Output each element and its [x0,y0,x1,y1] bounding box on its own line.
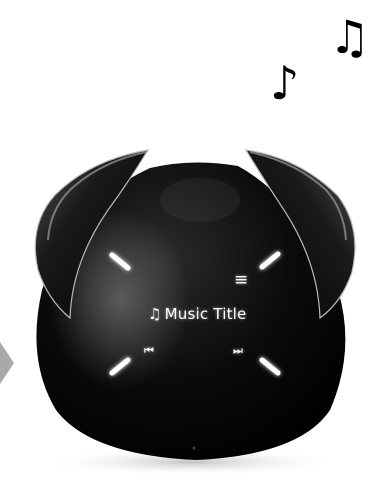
next-track-icon[interactable]: ⏭ [233,345,243,356]
menu-icon[interactable]: ≡ [234,272,248,289]
now-playing-display: ♫ Music Title [148,305,246,323]
music-note-icon: ♫ [148,305,162,323]
left-pointer-arrow [0,342,14,384]
previous-track-icon[interactable]: ⏮ [144,345,154,356]
eighth-note-icon: ♪ [270,56,300,110]
music-title-label: Music Title [164,305,247,323]
speaker-body [34,149,356,476]
double-eighth-note-icon: ♫ [329,10,371,64]
speaker-illustration: ♫ ♪ ≡ ♫ Music Title ⏮ ⏭ [0,0,372,480]
